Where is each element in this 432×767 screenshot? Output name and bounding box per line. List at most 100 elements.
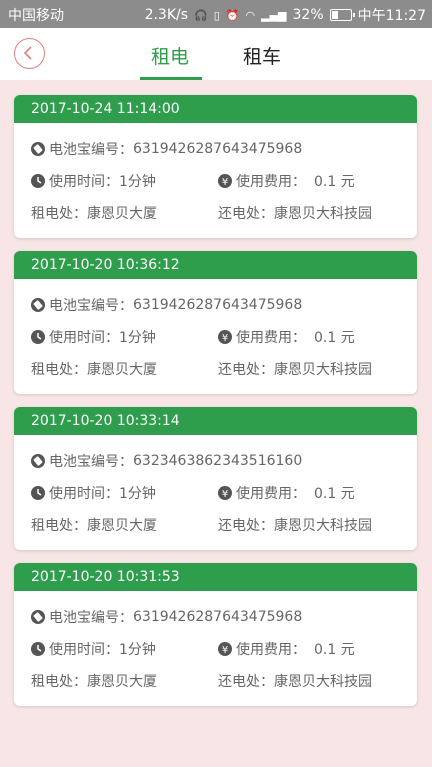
clock-icon (31, 486, 45, 500)
use-time-row: 使用时间： 1分钟 (31, 171, 156, 191)
svg-text:¥: ¥ (222, 489, 228, 500)
return-place-row: 还电处： 康恩贝大科技园 (218, 671, 372, 691)
return-place-label: 还电处： (218, 674, 274, 690)
use-time-label: 使用时间： (49, 330, 119, 346)
clock-icon (31, 642, 45, 656)
return-place-value: 康恩贝大科技园 (274, 518, 372, 534)
fee-value: 0.1 元 (314, 174, 355, 190)
fee-label: 使用费用： (236, 330, 306, 346)
rent-place-label: 租电处： (31, 674, 87, 690)
fee-row: ¥ 使用费用： 0.1 元 (218, 171, 355, 191)
return-place-row: 还电处： 康恩贝大科技园 (218, 359, 372, 379)
status-bar: 中国移动 2.3K/s 🎧 ▯ ⏰ ◠ ▂▄▆ 32% 中午11:27 (0, 0, 432, 28)
rent-place-row: 租电处： 康恩贝大厦 (31, 515, 157, 535)
top-nav: 租电 租车 (0, 28, 432, 80)
return-place-value: 康恩贝大科技园 (274, 362, 372, 378)
return-place-label: 还电处： (218, 362, 274, 378)
return-place-value: 康恩贝大科技园 (274, 674, 372, 690)
record-datetime: 2017-10-20 10:31:53 (14, 563, 417, 591)
clock-icon (31, 330, 45, 344)
chevron-left-icon (23, 46, 32, 60)
clock: 中午11:27 (357, 8, 426, 24)
record-datetime: 2017-10-20 10:36:12 (14, 251, 417, 279)
yen-icon: ¥ (218, 330, 232, 344)
battery-id-row: 电池宝编号： 6323463862343516160 (31, 451, 302, 471)
use-time-label: 使用时间： (49, 174, 119, 190)
use-time-value: 1分钟 (119, 486, 156, 502)
battery-id-label: 电池宝编号： (49, 142, 133, 158)
use-time-row: 使用时间： 1分钟 (31, 327, 156, 347)
battery-icon (31, 610, 45, 624)
fee-label: 使用费用： (236, 486, 306, 502)
tab-rent-bike[interactable]: 租车 (243, 42, 281, 69)
battery-id-value: 6319426287643475968 (133, 609, 303, 625)
record-datetime: 2017-10-24 11:14:00 (14, 95, 417, 123)
alarm-icon: ⏰ (225, 8, 240, 22)
record-card[interactable]: 2017-10-20 10:36:12 电池宝编号： 6319426287643… (14, 251, 417, 394)
rent-place-row: 租电处： 康恩贝大厦 (31, 359, 157, 379)
battery-id-label: 电池宝编号： (49, 298, 133, 314)
rent-place-value: 康恩贝大厦 (87, 674, 157, 690)
network-speed: 2.3K/s (144, 7, 189, 23)
return-place-value: 康恩贝大科技园 (274, 206, 372, 222)
use-time-value: 1分钟 (119, 330, 156, 346)
fee-row: ¥ 使用费用： 0.1 元 (218, 639, 355, 659)
rent-place-label: 租电处： (31, 362, 87, 378)
rent-place-value: 康恩贝大厦 (87, 518, 157, 534)
yen-icon: ¥ (218, 486, 232, 500)
record-card[interactable]: 2017-10-20 10:33:14 电池宝编号： 6323463862343… (14, 407, 417, 550)
rent-place-row: 租电处： 康恩贝大厦 (31, 203, 157, 223)
battery-id-row: 电池宝编号： 6319426287643475968 (31, 295, 302, 315)
battery-icon (31, 454, 45, 468)
battery-percent: 32% (292, 7, 324, 23)
rent-place-row: 租电处： 康恩贝大厦 (31, 671, 157, 691)
battery-icon (31, 298, 45, 312)
carrier-name: 中国移动 (8, 8, 64, 24)
vibrate-icon: ▯ (213, 8, 220, 22)
active-tab-indicator (140, 77, 202, 80)
svg-text:¥: ¥ (222, 333, 228, 344)
battery-id-label: 电池宝编号： (49, 610, 133, 626)
fee-value: 0.1 元 (314, 330, 355, 346)
status-right: 2.3K/s 🎧 ▯ ⏰ ◠ ▂▄▆ 32% 中午11:27 (145, 5, 426, 25)
battery-id-label: 电池宝编号： (49, 454, 133, 470)
fee-row: ¥ 使用费用： 0.1 元 (218, 483, 355, 503)
rent-place-label: 租电处： (31, 518, 87, 534)
record-card[interactable]: 2017-10-20 10:31:53 电池宝编号： 6319426287643… (14, 563, 417, 706)
rent-place-value: 康恩贝大厦 (87, 206, 157, 222)
headset-icon: 🎧 (194, 8, 208, 22)
fee-value: 0.1 元 (314, 486, 355, 502)
battery-id-row: 电池宝编号： 6319426287643475968 (31, 139, 302, 159)
use-time-value: 1分钟 (119, 642, 156, 658)
return-place-row: 还电处： 康恩贝大科技园 (218, 515, 372, 535)
battery-id-value: 6323463862343516160 (133, 453, 303, 469)
fee-value: 0.1 元 (314, 642, 355, 658)
return-place-label: 还电处： (218, 518, 274, 534)
rent-place-label: 租电处： (31, 206, 87, 222)
signal-icon: ▂▄▆ (261, 8, 287, 22)
clock-icon (31, 174, 45, 188)
fee-label: 使用费用： (236, 642, 306, 658)
wifi-icon: ◠ (245, 8, 256, 22)
svg-text:¥: ¥ (222, 645, 228, 656)
yen-icon: ¥ (218, 642, 232, 656)
return-place-row: 还电处： 康恩贝大科技园 (218, 203, 372, 223)
battery-id-row: 电池宝编号： 6319426287643475968 (31, 607, 302, 627)
record-card[interactable]: 2017-10-24 11:14:00 电池宝编号： 6319426287643… (14, 95, 417, 238)
use-time-row: 使用时间： 1分钟 (31, 483, 156, 503)
battery-id-value: 6319426287643475968 (133, 297, 303, 313)
svg-text:¥: ¥ (222, 177, 228, 188)
back-button[interactable] (14, 38, 45, 69)
fee-row: ¥ 使用费用： 0.1 元 (218, 327, 355, 347)
use-time-label: 使用时间： (49, 642, 119, 658)
record-datetime: 2017-10-20 10:33:14 (14, 407, 417, 435)
use-time-label: 使用时间： (49, 486, 119, 502)
fee-label: 使用费用： (236, 174, 306, 190)
return-place-label: 还电处： (218, 206, 274, 222)
use-time-value: 1分钟 (119, 174, 156, 190)
yen-icon: ¥ (218, 174, 232, 188)
rent-place-value: 康恩贝大厦 (87, 362, 157, 378)
tab-rent-battery[interactable]: 租电 (151, 42, 189, 69)
battery-icon (31, 142, 45, 156)
battery-id-value: 6319426287643475968 (133, 141, 303, 157)
